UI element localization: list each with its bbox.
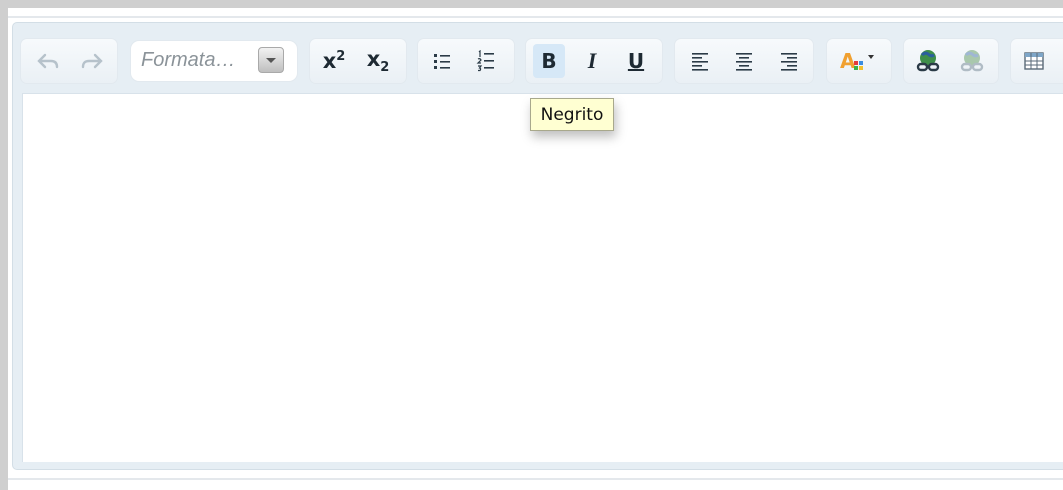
bold-icon: B	[541, 49, 557, 73]
superscript-exp: 2	[336, 49, 346, 64]
color-swatch-icon	[854, 61, 864, 71]
divider-top	[8, 16, 1063, 18]
redo-icon	[81, 53, 103, 69]
numbered-list-button[interactable]	[470, 44, 502, 78]
bullet-list-icon	[434, 54, 450, 69]
subscript-icon: x2	[367, 47, 390, 75]
align-right-button[interactable]	[773, 44, 805, 78]
subscript-base: x	[366, 46, 381, 71]
bold-button[interactable]: B	[533, 44, 565, 78]
remove-link-button[interactable]	[956, 44, 988, 78]
align-center-icon	[736, 53, 752, 71]
numbered-list-icon	[476, 50, 494, 72]
undo-icon	[37, 53, 59, 69]
subscript-button[interactable]: x2	[362, 44, 394, 78]
bullet-list-button[interactable]	[426, 44, 458, 78]
table-icon	[1024, 52, 1044, 70]
tooltip-text: Negrito	[540, 104, 604, 125]
font-color-button[interactable]: A	[834, 44, 882, 78]
format-dropdown-value: Formata…	[141, 49, 236, 71]
unlink-icon	[960, 50, 984, 72]
redo-button[interactable]	[76, 44, 108, 78]
subscript-exp: 2	[380, 60, 390, 76]
superscript-button[interactable]: x2	[318, 44, 350, 78]
editor-content-area[interactable]	[22, 93, 1063, 462]
link-icon	[916, 50, 940, 72]
chevron-down-icon	[868, 55, 874, 59]
align-center-button[interactable]	[728, 44, 760, 78]
underline-button[interactable]: U	[620, 44, 652, 78]
superscript-icon: x2	[323, 49, 346, 73]
undo-button[interactable]	[32, 44, 64, 78]
format-dropdown-toggle[interactable]	[258, 47, 284, 73]
insert-table-button[interactable]	[1018, 44, 1050, 78]
italic-icon: I	[587, 48, 597, 73]
underline-icon: U	[627, 49, 645, 73]
superscript-base: x	[322, 49, 337, 73]
align-left-button[interactable]	[684, 44, 716, 78]
divider-bottom	[8, 478, 1063, 480]
italic-button[interactable]: I	[576, 44, 608, 78]
align-left-icon	[692, 53, 708, 71]
align-right-icon	[781, 53, 797, 71]
font-color-icon: A	[840, 49, 876, 73]
chevron-down-icon	[266, 57, 276, 63]
insert-link-button[interactable]	[912, 44, 944, 78]
bold-tooltip: Negrito	[530, 98, 614, 131]
